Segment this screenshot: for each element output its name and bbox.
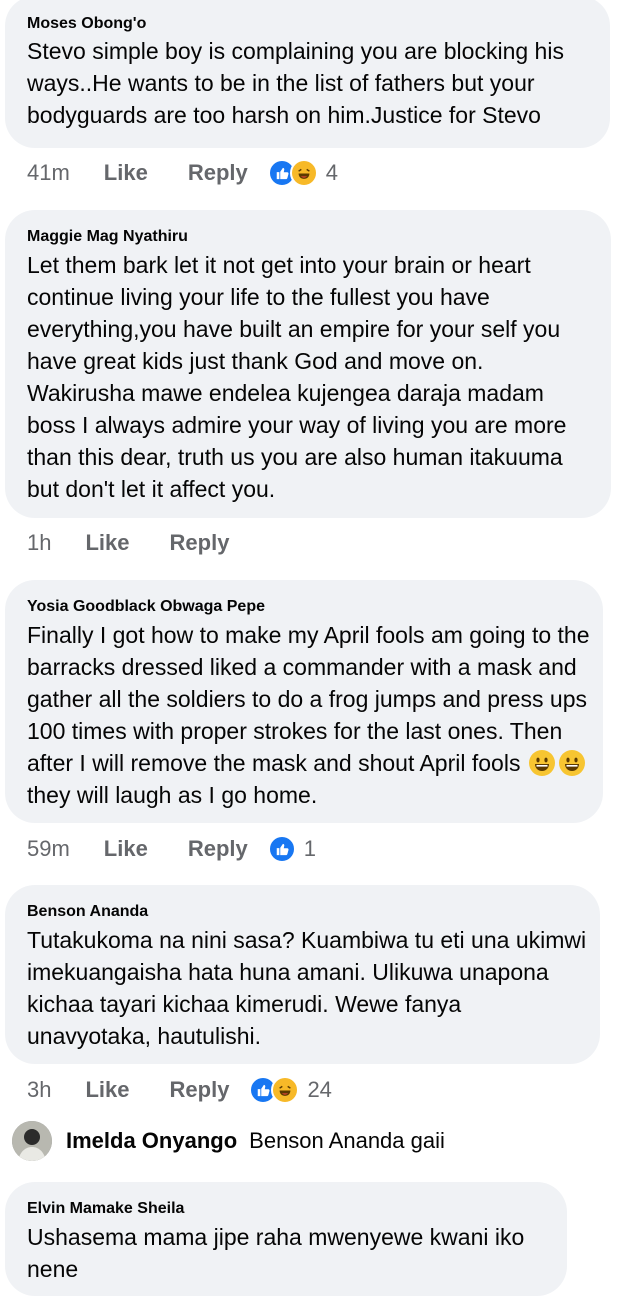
haha-icon: [271, 1076, 300, 1104]
reaction-summary[interactable]: [249, 1076, 300, 1104]
reply-preview[interactable]: Imelda Onyango Benson Ananda gaii: [12, 1121, 445, 1161]
comment-bubble: Maggie Mag Nyathiru Let them bark let it…: [5, 210, 611, 518]
reaction-summary[interactable]: [267, 835, 296, 863]
like-button[interactable]: Like: [85, 530, 129, 556]
comment-text-part: Finally I got how to make my April fools…: [27, 622, 596, 776]
comment-text: Ushasema mama jipe raha mwenyewe kwani i…: [27, 1224, 531, 1282]
comment-actions: 1h Like Reply: [27, 528, 229, 558]
reply-button[interactable]: Reply: [170, 1077, 230, 1103]
reply-author[interactable]: Imelda Onyango: [66, 1128, 237, 1154]
like-button[interactable]: Like: [104, 836, 148, 862]
comment-author[interactable]: Yosia Goodblack Obwaga Pepe: [27, 597, 603, 617]
comment-text: Finally I got how to make my April fools…: [27, 619, 592, 811]
reply-text: Benson Ananda gaii: [249, 1128, 445, 1153]
reply-button[interactable]: Reply: [188, 160, 248, 186]
comment-bubble: Benson Ananda Tutakukoma na nini sasa? K…: [5, 885, 600, 1064]
comment-time[interactable]: 41m: [27, 160, 70, 186]
comment-bubble: Yosia Goodblack Obwaga Pepe Finally I go…: [5, 580, 603, 823]
comment-actions: 3h Like Reply 24: [27, 1075, 332, 1105]
grinning-face-icon: [558, 750, 585, 776]
comment-bubble: Moses Obong'o Stevo simple boy is compla…: [5, 0, 610, 148]
haha-icon: [289, 159, 318, 187]
comment-text: Tutakukoma na nini sasa? Kuambiwa tu eti…: [27, 927, 593, 1049]
comment-actions: 41m Like Reply 4: [27, 158, 338, 188]
comment-author[interactable]: Benson Ananda: [27, 902, 600, 922]
reaction-count[interactable]: 24: [307, 1077, 331, 1103]
comment-author[interactable]: Elvin Mamake Sheila: [27, 1199, 567, 1219]
comment-actions: 59m Like Reply 1: [27, 834, 316, 864]
comment-author[interactable]: Maggie Mag Nyathiru: [27, 227, 611, 247]
like-button[interactable]: Like: [104, 160, 148, 186]
avatar[interactable]: [12, 1121, 52, 1161]
comment-bubble: Elvin Mamake Sheila Ushasema mama jipe r…: [5, 1182, 567, 1296]
comment-time[interactable]: 1h: [27, 530, 51, 556]
comment-text-part: they will laugh as I go home.: [27, 782, 318, 808]
reply-button[interactable]: Reply: [170, 530, 230, 556]
reaction-count[interactable]: 4: [326, 160, 338, 186]
grinning-face-icon: [528, 750, 555, 776]
reply-button[interactable]: Reply: [188, 836, 248, 862]
reaction-summary[interactable]: [267, 159, 318, 187]
comment-time[interactable]: 59m: [27, 836, 70, 862]
comment-text: Stevo simple boy is complaining you are …: [27, 38, 571, 128]
like-icon: [267, 835, 296, 863]
reaction-count[interactable]: 1: [304, 836, 316, 862]
like-button[interactable]: Like: [85, 1077, 129, 1103]
comment-text: Let them bark let it not get into your b…: [27, 252, 573, 502]
comment-author[interactable]: Moses Obong'o: [27, 14, 610, 34]
comment-time[interactable]: 3h: [27, 1077, 51, 1103]
